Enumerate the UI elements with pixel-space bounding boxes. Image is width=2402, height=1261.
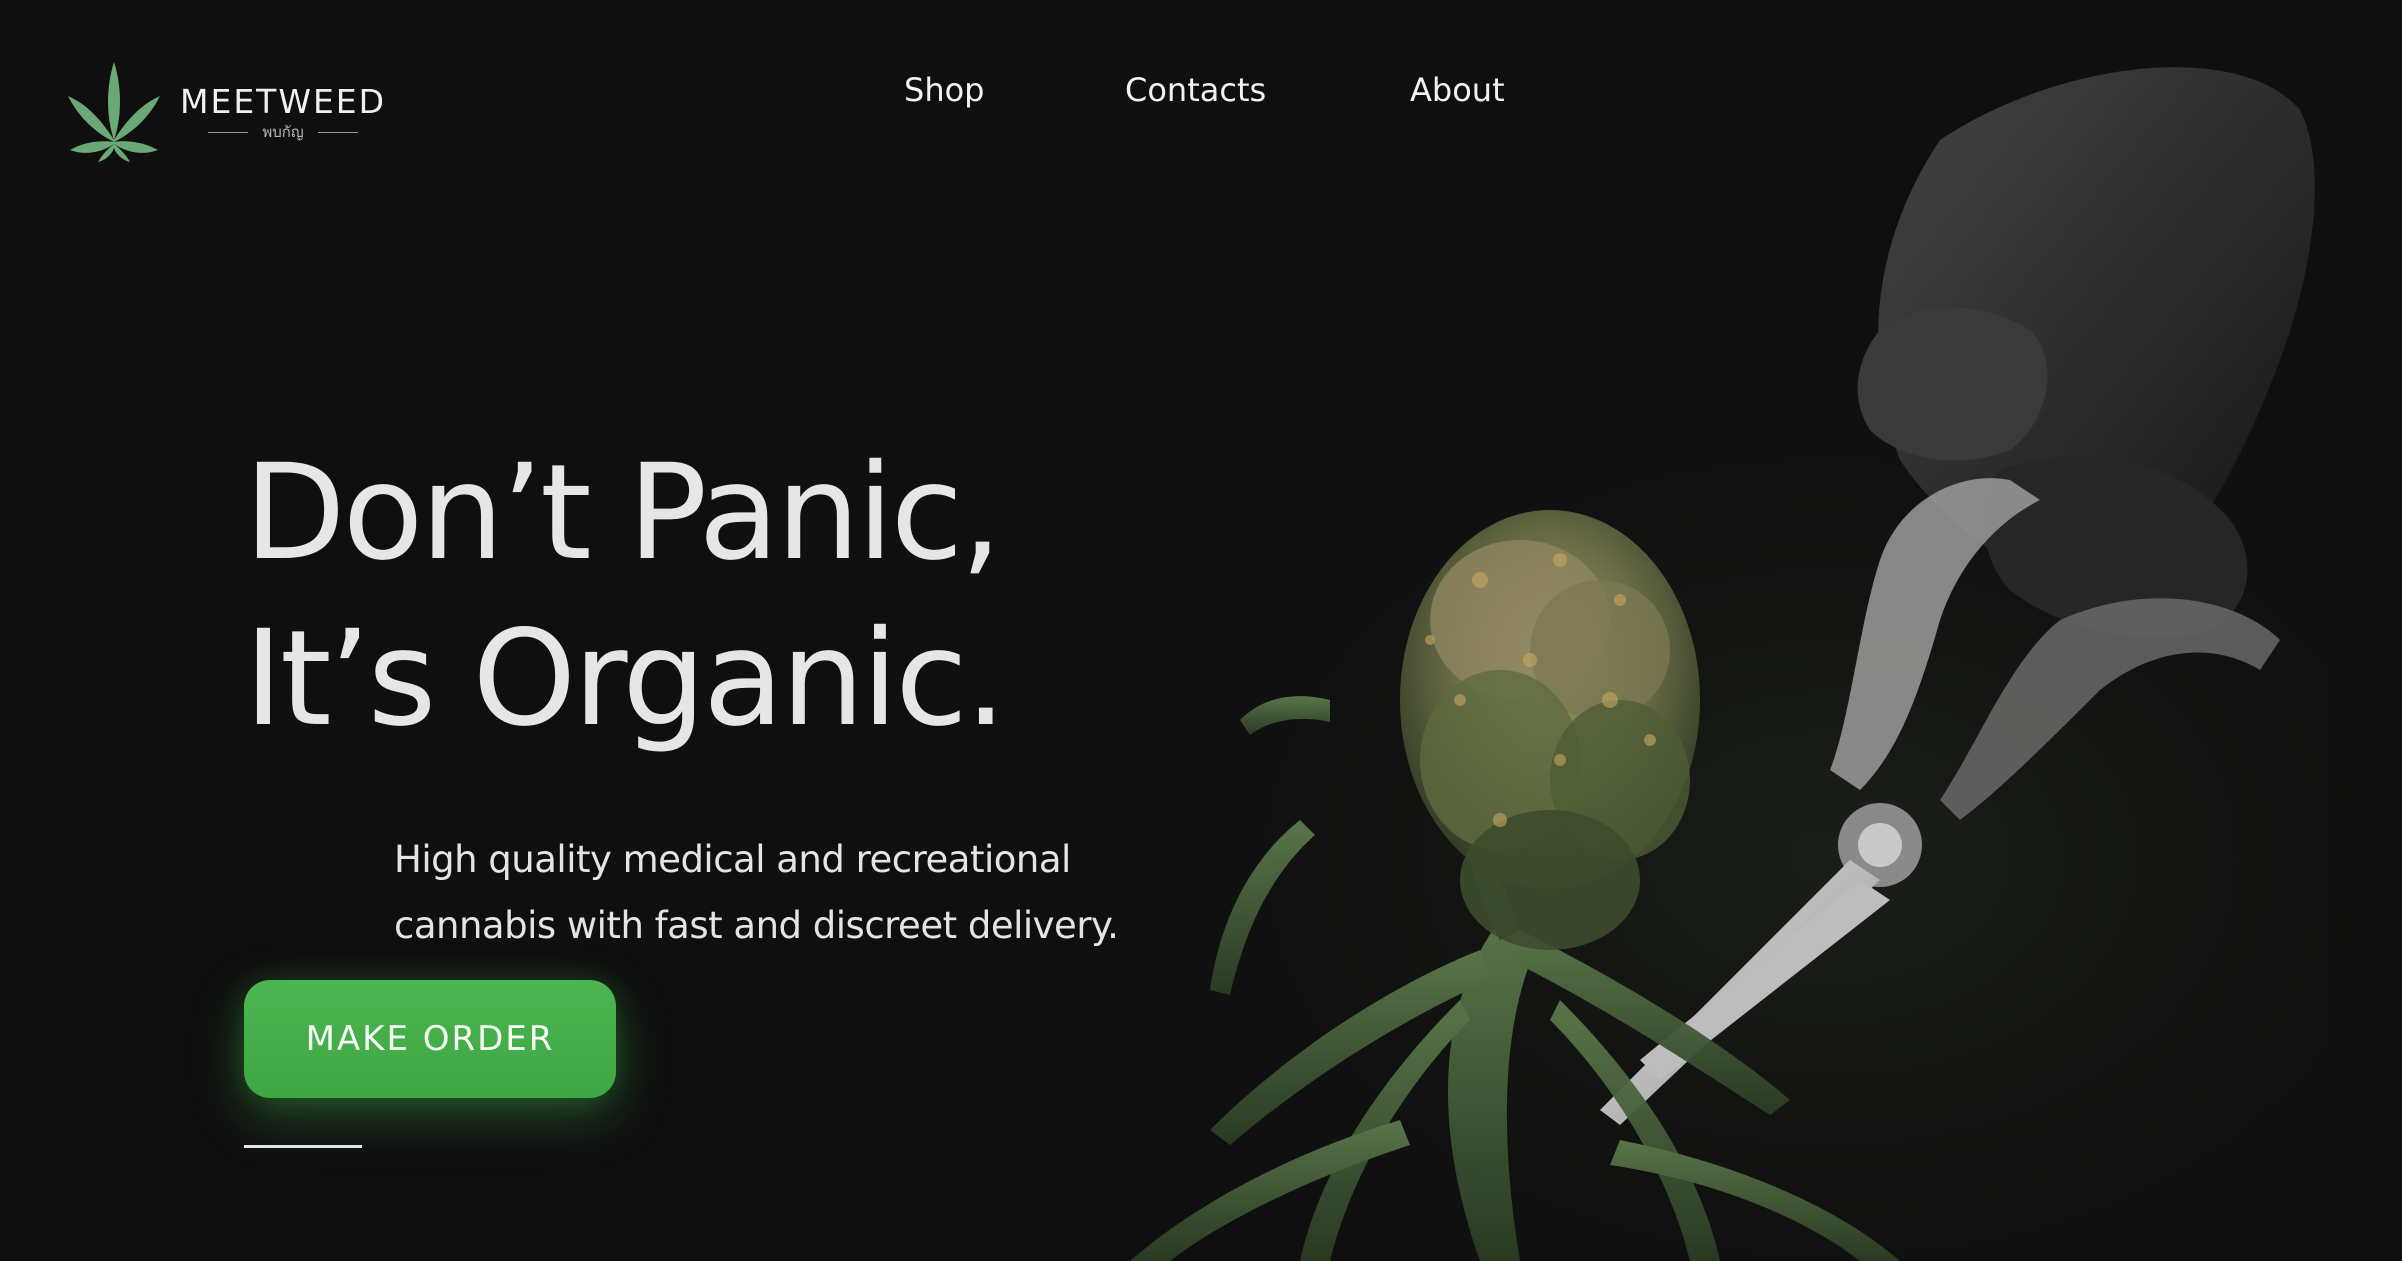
make-order-button[interactable]: MAKE ORDER <box>244 980 616 1098</box>
hero-tagline: High quality medical and recreational ca… <box>394 827 1154 959</box>
brand-subtitle: พบกัญ <box>262 123 304 141</box>
tagline-line-1: High quality medical and recreational <box>394 838 1071 881</box>
headline-line-2: It’s Organic. <box>244 602 1007 756</box>
nav-link-contacts[interactable]: Contacts <box>1125 66 1266 114</box>
landing-page: MEETWEED พบกัญ Shop Contacts About Don’t… <box>0 0 2402 1261</box>
site-header: MEETWEED พบกัญ Shop Contacts About <box>0 0 2402 190</box>
logo-divider-right <box>317 131 358 133</box>
brand-logo[interactable]: MEETWEED พบกัญ <box>66 62 396 162</box>
tagline-divider <box>244 1145 362 1148</box>
nav-link-about[interactable]: About <box>1410 66 1505 114</box>
brand-name: MEETWEED <box>180 82 387 121</box>
tagline-line-2: cannabis with fast and discreet delivery… <box>394 904 1119 947</box>
logo-wordmark: MEETWEED พบกัญ <box>180 82 387 142</box>
hero-headline: Don’t Panic, It’s Organic. <box>244 430 1344 762</box>
headline-line-1: Don’t Panic, <box>244 436 1002 590</box>
cannabis-leaf-icon <box>68 62 160 162</box>
logo-divider-left <box>208 131 249 133</box>
nav-link-shop[interactable]: Shop <box>904 66 984 114</box>
brand-subtitle-row: พบกัญ <box>208 123 358 141</box>
